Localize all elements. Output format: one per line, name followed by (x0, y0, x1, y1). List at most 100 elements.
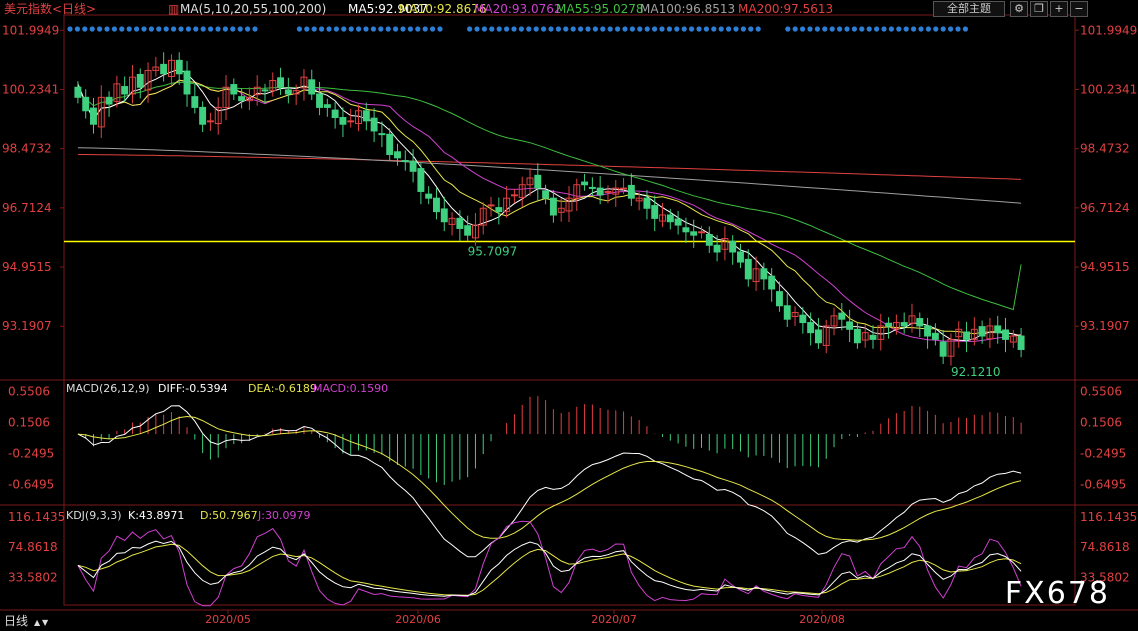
event-dot (163, 26, 169, 32)
candle-body (440, 208, 448, 223)
event-dot (348, 26, 354, 32)
ma55-line (77, 81, 1022, 311)
candle-body (487, 204, 495, 207)
event-dot (940, 26, 946, 32)
candle-body (698, 231, 705, 234)
time-axis-label: 2020/08 (799, 613, 845, 626)
candle-body (768, 275, 776, 290)
candle-body (869, 334, 877, 340)
candle-body (433, 197, 440, 213)
theme-select-button[interactable]: 全部主题 (933, 1, 1005, 17)
candle-body (339, 116, 347, 125)
event-dot (822, 26, 828, 32)
macd-axis-left-label: -0.6495 (8, 477, 54, 491)
ma-legend-item: MA20:93.0762 (474, 2, 562, 16)
event-dot (629, 26, 636, 32)
fx678-watermark: FX678 (1004, 576, 1110, 611)
event-dot (511, 26, 517, 32)
price-axis-left-label: 96.7124 (2, 201, 52, 215)
candle-body (370, 117, 378, 132)
ma200-line (77, 154, 1022, 180)
candle-body (713, 244, 721, 253)
event-dot (185, 26, 191, 32)
event-dot (652, 26, 658, 32)
candle-body (775, 291, 783, 307)
candle-body (362, 110, 370, 122)
price-axis-left-label: 100.2341 (2, 82, 59, 96)
candle-body (191, 96, 199, 108)
event-dot (467, 26, 473, 32)
event-dot (666, 26, 673, 32)
event-dot (489, 26, 495, 32)
candle-body (74, 86, 82, 98)
settings-icon[interactable]: ⚙ (1010, 1, 1028, 17)
candle-body (378, 133, 386, 136)
price-axis-left-label: 93.1907 (2, 319, 52, 333)
dollar-index-chart[interactable]: 美元指数<日线> ▥ MA(5,10,20,55,100,200) MA5:92.90… (0, 0, 1138, 631)
candle-body (627, 184, 635, 199)
candle-body (386, 133, 394, 155)
event-dot (674, 26, 680, 32)
candle-body (331, 109, 339, 118)
ma-legend-item: MA100:96.8513 (640, 2, 735, 16)
macd-axis-right-label: 0.1506 (1080, 415, 1122, 429)
candle-body (347, 120, 355, 123)
event-dot (341, 26, 347, 32)
period-down-icon: ▼ (42, 618, 49, 627)
minus-icon[interactable]: − (1070, 1, 1088, 17)
event-dot (385, 26, 391, 32)
candle-body (1002, 329, 1009, 340)
price-axis-right-label: 94.9515 (1080, 260, 1130, 274)
macd-axis-left-label: 0.5506 (8, 384, 50, 398)
event-dot (585, 26, 591, 32)
event-dot (296, 26, 302, 32)
candle-body (277, 77, 285, 88)
event-dot (245, 26, 251, 32)
event-dot (703, 26, 710, 32)
candle-body (160, 63, 168, 75)
candle-body (316, 93, 324, 108)
candle-body (690, 231, 698, 236)
event-dot (792, 26, 798, 32)
time-axis-label: 2020/07 (591, 613, 637, 626)
event-dot (148, 26, 154, 32)
event-dot (548, 26, 554, 32)
event-dot (918, 26, 924, 32)
event-dot (200, 26, 206, 32)
candle-body (924, 325, 932, 337)
event-dot (215, 26, 221, 32)
candle-body (963, 331, 970, 340)
event-dot (733, 26, 739, 32)
candle-body (994, 325, 1002, 334)
event-dot (578, 26, 584, 32)
candle-body (308, 79, 316, 95)
event-dot (837, 26, 843, 32)
candle-body (783, 305, 791, 320)
candle-body (136, 73, 144, 88)
event-dot (933, 26, 939, 32)
candle-body (807, 322, 815, 334)
restore-icon[interactable]: ❐ (1030, 1, 1048, 17)
event-dot (755, 26, 761, 32)
event-dot (222, 26, 228, 32)
candle-body (846, 321, 854, 330)
event-dot (156, 26, 162, 32)
event-dot (533, 26, 539, 32)
event-dot (874, 26, 880, 32)
candle-body (729, 240, 737, 253)
plus-icon[interactable]: + (1050, 1, 1068, 17)
macd-axis-left-label: 0.1506 (8, 415, 50, 429)
candle-body (206, 120, 214, 123)
event-dot (89, 26, 95, 32)
event-dot (814, 26, 821, 32)
candle-body (939, 341, 947, 357)
event-dot (393, 26, 399, 32)
event-dot (504, 26, 510, 32)
event-dot (962, 26, 969, 32)
ma-legend-item: MA200:97.5613 (738, 2, 833, 16)
macd-dea-label: DEA:-0.6189 (248, 382, 317, 395)
event-dot (333, 26, 339, 32)
kdj-k-line (77, 540, 1022, 597)
kdj-j-line (77, 520, 1022, 607)
event-dot (319, 26, 325, 32)
